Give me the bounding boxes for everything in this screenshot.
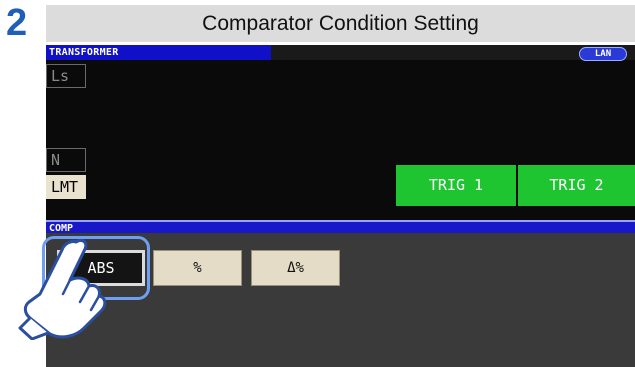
param-n-button[interactable]: N xyxy=(46,148,86,172)
delta-percent-button[interactable]: Δ% xyxy=(251,250,340,286)
lan-badge: LAN xyxy=(579,47,627,61)
mode-label: TRANSFORMER xyxy=(46,45,274,60)
pointing-hand-icon xyxy=(18,238,107,340)
comp-section-header: COMP xyxy=(46,220,635,234)
device-screen: TRANSFORMER LAN Ls N LMT TRIG 1 TRIG 2 C… xyxy=(46,45,635,367)
trig-2-button[interactable]: TRIG 2 xyxy=(518,165,635,206)
param-lmt-button[interactable]: LMT xyxy=(46,175,86,199)
page-title: Comparator Condition Setting xyxy=(46,5,635,42)
step-number: 2 xyxy=(6,2,28,44)
percent-button[interactable]: % xyxy=(153,250,242,286)
param-ls-button[interactable]: Ls xyxy=(46,64,86,88)
trig-1-button[interactable]: TRIG 1 xyxy=(396,165,516,206)
